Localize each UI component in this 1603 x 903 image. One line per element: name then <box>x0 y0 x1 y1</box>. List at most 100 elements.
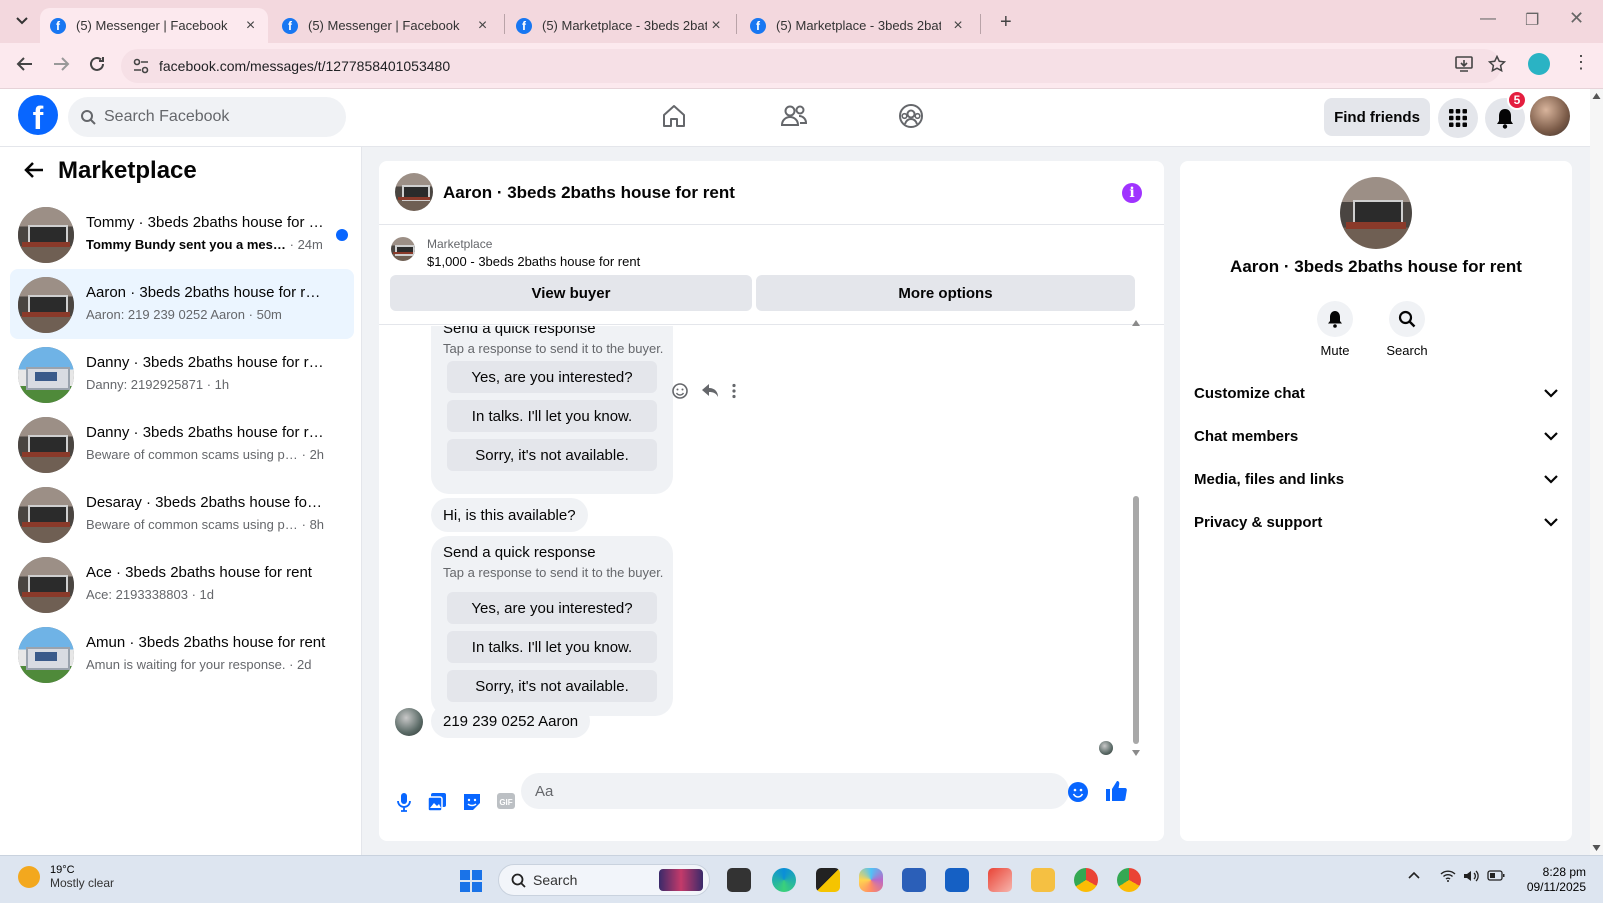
browser-tab[interactable]: f (5) Marketplace - 3beds 2baths × <box>740 8 976 43</box>
home-icon[interactable] <box>661 103 687 129</box>
copilot-icon[interactable] <box>859 868 883 892</box>
details-avatar[interactable] <box>1340 177 1412 249</box>
listing-price[interactable]: $1,000 - 3beds 2baths house for rent <box>427 254 640 269</box>
microphone-icon[interactable] <box>397 792 411 812</box>
photo-icon[interactable] <box>427 792 447 812</box>
gif-icon[interactable]: GIF <box>496 792 516 810</box>
chrome-icon[interactable] <box>1074 868 1098 892</box>
close-tab-icon[interactable]: × <box>243 17 258 35</box>
conversation-item[interactable]: Danny · 3beds 2baths house for rent Dann… <box>10 339 354 409</box>
more-options-button[interactable]: More options <box>756 275 1135 311</box>
store-icon[interactable] <box>902 868 926 892</box>
outlook-icon[interactable] <box>945 868 969 892</box>
sticky-notes-icon[interactable] <box>816 868 840 892</box>
message-bubble[interactable]: 219 239 0252 Aaron <box>431 704 591 738</box>
close-tab-icon[interactable]: × <box>475 17 490 35</box>
conversation-snippet: Aaron: 219 239 0252 Aaron · 50m <box>86 307 282 322</box>
forward-arrow-icon[interactable] <box>52 55 70 73</box>
chat-title[interactable]: Aaron · 3beds 2baths house for rent <box>443 183 735 203</box>
mute-button[interactable]: Mute <box>1305 301 1365 358</box>
browser-tab[interactable]: f (5) Marketplace - 3beds 2baths × <box>506 8 734 43</box>
quick-reply-button[interactable]: In talks. I'll let you know. <box>447 400 657 432</box>
message-input[interactable]: Aa <box>521 773 1069 809</box>
chat-avatar[interactable] <box>395 173 433 211</box>
site-info-icon[interactable] <box>133 58 149 74</box>
chevron-down-icon <box>1544 388 1558 398</box>
back-arrow-icon[interactable] <box>24 161 44 179</box>
taskbar-search[interactable]: Search <box>498 864 710 896</box>
conversation-item[interactable]: Desaray · 3beds 2baths house for rent Be… <box>10 479 354 549</box>
marketplace-conversation-list: Marketplace Tommy · 3beds 2baths house f… <box>0 147 362 855</box>
battery-icon[interactable] <box>1487 870 1505 881</box>
show-hidden-icons-chevron-icon[interactable] <box>1408 871 1420 879</box>
menu-grid-icon[interactable] <box>1438 98 1478 138</box>
conversation-item[interactable]: Amun · 3beds 2baths house for rent Amun … <box>10 619 354 689</box>
system-clock[interactable]: 8:28 pm 09/11/2025 <box>1518 865 1586 895</box>
windows-start-icon[interactable] <box>460 870 482 892</box>
browser-tab[interactable]: f (5) Messenger | Facebook × <box>40 8 268 43</box>
minimize-icon[interactable]: — <box>1480 10 1496 28</box>
sticker-icon[interactable] <box>462 792 482 812</box>
chrome-profile-avatar[interactable] <box>1528 53 1550 75</box>
media-files-links-section[interactable]: Media, files and links <box>1194 459 1558 499</box>
volume-icon[interactable] <box>1463 869 1479 883</box>
quick-reply-button[interactable]: Yes, are you interested? <box>447 592 657 624</box>
browser-tab[interactable]: f (5) Messenger | Facebook × <box>272 8 500 43</box>
search-in-chat-button[interactable]: Search <box>1377 301 1437 358</box>
weather-widget[interactable]: 19°C Mostly clear <box>18 864 114 890</box>
profile-avatar[interactable] <box>1530 96 1570 136</box>
more-vertical-icon[interactable] <box>731 383 737 399</box>
find-friends-button[interactable]: Find friends <box>1324 98 1430 136</box>
window-close-icon[interactable]: ✕ <box>1569 8 1584 29</box>
conversation-item[interactable]: Aaron · 3beds 2baths house for rent Aaro… <box>10 269 354 339</box>
bookmark-star-icon[interactable] <box>1488 55 1506 73</box>
task-view-icon[interactable] <box>727 868 751 892</box>
snipping-tool-icon[interactable] <box>988 868 1012 892</box>
quick-reply-button[interactable]: Sorry, it's not available. <box>447 439 657 471</box>
new-tab-plus-icon[interactable]: + <box>1000 11 1012 34</box>
conversation-item[interactable]: Ace · 3beds 2baths house for rent Ace: 2… <box>10 549 354 619</box>
reload-icon[interactable] <box>88 55 106 73</box>
restore-icon[interactable]: ❐ <box>1525 10 1539 30</box>
sender-avatar[interactable] <box>395 708 423 736</box>
close-tab-icon[interactable]: × <box>708 17 724 35</box>
customize-chat-section[interactable]: Customize chat <box>1194 373 1558 413</box>
conversation-item[interactable]: Tommy · 3beds 2baths house for rent Tomm… <box>10 199 354 269</box>
quick-reply-button[interactable]: In talks. I'll let you know. <box>447 631 657 663</box>
emoji-icon[interactable] <box>1067 781 1089 803</box>
close-tab-icon[interactable]: × <box>950 17 966 35</box>
thumbs-up-icon[interactable] <box>1104 779 1128 803</box>
search-highlight-image <box>659 869 703 891</box>
info-icon[interactable]: i <box>1122 183 1142 203</box>
quick-reply-button[interactable]: Sorry, it's not available. <box>447 670 657 702</box>
chat-scrollbar-thumb[interactable] <box>1133 496 1139 744</box>
chat-details-panel: Aaron · 3beds 2baths house for rent Mute… <box>1180 161 1572 841</box>
scroll-up-arrow-icon[interactable] <box>1131 319 1141 327</box>
facebook-search-input[interactable]: Search Facebook <box>68 97 346 137</box>
wifi-icon[interactable] <box>1440 870 1456 882</box>
install-app-icon[interactable] <box>1455 55 1473 73</box>
view-buyer-button[interactable]: View buyer <box>390 275 752 311</box>
browser-menu-icon[interactable]: ⋮ <box>1572 52 1590 73</box>
reply-arrow-icon[interactable] <box>701 383 719 399</box>
friends-icon[interactable] <box>780 103 808 129</box>
message-bubble[interactable]: Hi, is this available? <box>431 498 588 532</box>
back-arrow-icon[interactable] <box>16 55 34 73</box>
groups-icon[interactable] <box>898 103 924 129</box>
conversation-item[interactable]: Danny · 3beds 2baths house for rent Bewa… <box>10 409 354 479</box>
page-scrollbar[interactable] <box>1590 89 1603 855</box>
tab-search-chevron-icon[interactable] <box>10 9 34 33</box>
scroll-down-arrow-icon[interactable] <box>1131 749 1141 757</box>
file-explorer-icon[interactable] <box>1031 868 1055 892</box>
quick-reply-button[interactable]: Yes, are you interested? <box>447 361 657 393</box>
edge-browser-icon[interactable] <box>772 868 796 892</box>
chrome-profile-icon[interactable] <box>1117 868 1141 892</box>
react-emoji-icon[interactable] <box>671 382 689 400</box>
conversation-snippet: Beware of common scams using payment app… <box>86 517 325 532</box>
facebook-logo[interactable]: f <box>18 95 58 135</box>
privacy-support-section[interactable]: Privacy & support <box>1194 502 1558 542</box>
listing-thumbnail[interactable] <box>391 237 415 261</box>
address-bar[interactable]: facebook.com/messages/t/1277858401053480 <box>121 49 1501 83</box>
chat-members-section[interactable]: Chat members <box>1194 416 1558 456</box>
listing-thumbnail <box>18 627 74 683</box>
